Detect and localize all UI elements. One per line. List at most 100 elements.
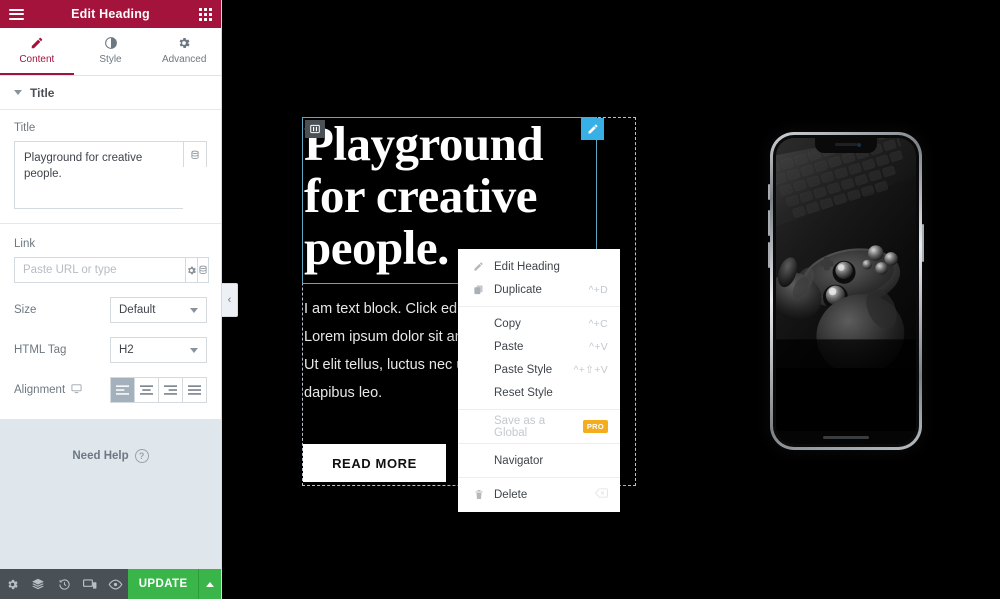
desktop-icon[interactable] xyxy=(71,383,82,397)
read-more-button[interactable]: READ MORE xyxy=(303,444,446,482)
chevron-down-icon xyxy=(190,307,198,313)
panel-footer: UPDATE xyxy=(0,569,222,599)
title-field-label: Title xyxy=(14,122,36,134)
context-menu-label: Copy xyxy=(494,317,521,330)
editor-panel: Edit Heading Content Style Advanced Titl… xyxy=(0,0,222,599)
context-menu-shortcut: ^+C xyxy=(588,317,608,330)
tab-content[interactable]: Content xyxy=(0,28,74,75)
align-right-button[interactable] xyxy=(158,377,182,403)
context-menu-item-paste-style[interactable]: Paste Style ^+⇧+V xyxy=(458,358,620,381)
title-dynamic-tags-button[interactable] xyxy=(183,141,207,167)
title-field-tools xyxy=(183,141,207,209)
tab-advanced-label: Advanced xyxy=(161,54,207,65)
title-input[interactable] xyxy=(14,141,183,209)
panel-title: Edit Heading xyxy=(71,7,150,21)
home-indicator xyxy=(823,436,869,439)
edit-widget-handle[interactable] xyxy=(581,118,604,140)
context-menu-label: Duplicate xyxy=(494,283,542,296)
context-menu-separator xyxy=(458,306,620,307)
pencil-icon xyxy=(30,36,44,50)
context-menu-item-reset-style[interactable]: Reset Style xyxy=(458,381,620,404)
html-tag-field-row: HTML Tag H2 xyxy=(14,337,207,363)
context-menu-shortcut: ^+⇧+V xyxy=(573,363,608,376)
phone-speaker xyxy=(835,143,857,146)
section-title-header[interactable]: Title xyxy=(0,76,221,110)
size-select[interactable]: Default xyxy=(110,297,207,323)
phone-screen xyxy=(776,138,916,444)
phone-volume-down xyxy=(768,242,770,268)
context-menu-label: Paste Style xyxy=(494,363,553,376)
duplicate-icon xyxy=(472,284,485,295)
phone-notch xyxy=(815,138,877,153)
chevron-down-icon xyxy=(190,347,198,353)
alignment-label-wrap: Alignment xyxy=(14,383,110,397)
elementor-editor: Edit Heading Content Style Advanced Titl… xyxy=(0,0,1000,599)
html-tag-label: HTML Tag xyxy=(14,344,67,356)
context-menu-label: Save as a Global xyxy=(494,414,546,439)
align-justify-button[interactable] xyxy=(182,377,207,403)
context-menu-item-navigator[interactable]: Navigator xyxy=(458,449,620,472)
controls-divider-1 xyxy=(0,223,221,224)
context-menu-label: Delete xyxy=(494,488,528,501)
settings-gear-icon[interactable] xyxy=(0,569,26,599)
pencil-icon xyxy=(472,261,485,272)
tab-advanced[interactable]: Advanced xyxy=(147,28,221,75)
context-menu-separator xyxy=(458,409,620,410)
html-tag-select[interactable]: H2 xyxy=(110,337,207,363)
trash-icon xyxy=(472,489,485,500)
responsive-mode-icon[interactable] xyxy=(77,569,103,599)
link-options-button[interactable] xyxy=(185,257,198,283)
context-menu-item-duplicate[interactable]: Duplicate ^+D xyxy=(458,278,620,301)
tab-style-label: Style xyxy=(99,54,122,65)
context-menu-shortcut: ^+V xyxy=(589,340,608,353)
phone-power-button xyxy=(922,224,924,262)
panel-empty-area: Need Help ? xyxy=(0,419,221,569)
history-clock-icon[interactable] xyxy=(51,569,77,599)
context-menu-label: Edit Heading xyxy=(494,260,560,273)
context-menu-label: Paste xyxy=(494,340,524,353)
widget-context-menu: Edit Heading Duplicate ^+D Copy ^+C Past… xyxy=(458,249,620,512)
alignment-field-row: Alignment xyxy=(14,377,207,403)
context-menu-shortcut: ^+D xyxy=(588,283,608,296)
tab-style[interactable]: Style xyxy=(74,28,148,75)
phone-mockup xyxy=(768,132,924,450)
need-help-link[interactable]: Need Help ? xyxy=(0,419,221,463)
html-tag-select-value: H2 xyxy=(119,344,134,356)
context-menu-item-edit-heading[interactable]: Edit Heading xyxy=(458,255,620,278)
context-menu-label: Reset Style xyxy=(494,386,553,399)
context-menu-separator xyxy=(458,443,620,444)
update-button[interactable]: UPDATE xyxy=(128,569,199,599)
caret-down-icon xyxy=(14,90,22,95)
content-controls: Title Link S xyxy=(0,110,221,419)
alignment-button-group xyxy=(110,377,207,403)
title-field-wrap xyxy=(14,141,207,209)
column-handle-icon[interactable] xyxy=(305,120,325,138)
apps-grid-icon[interactable] xyxy=(199,7,212,21)
align-center-button[interactable] xyxy=(134,377,158,403)
context-menu-item-delete[interactable]: Delete xyxy=(458,483,620,506)
phone-volume-up xyxy=(768,210,770,236)
size-field-row: Size Default xyxy=(14,297,207,323)
contrast-circle-icon xyxy=(104,36,118,50)
caret-up-icon xyxy=(206,581,215,587)
context-menu-item-paste[interactable]: Paste ^+V xyxy=(458,335,620,358)
panel-collapse-handle[interactable]: ‹ xyxy=(222,283,238,317)
preview-eye-icon[interactable] xyxy=(102,569,128,599)
context-menu-item-copy[interactable]: Copy ^+C xyxy=(458,312,620,335)
alignment-label: Alignment xyxy=(14,384,66,396)
hamburger-icon[interactable] xyxy=(9,8,24,20)
layers-icon[interactable] xyxy=(26,569,52,599)
question-circle-icon: ? xyxy=(134,449,149,463)
section-title-label: Title xyxy=(30,85,55,100)
phone-bezel xyxy=(773,135,919,447)
size-select-value: Default xyxy=(119,304,156,316)
update-options-caret[interactable] xyxy=(198,569,222,599)
size-label: Size xyxy=(14,304,37,316)
link-field-wrap xyxy=(14,257,209,283)
align-left-button[interactable] xyxy=(110,377,134,403)
link-dynamic-tags-button[interactable] xyxy=(198,257,209,283)
pro-badge: PRO xyxy=(582,420,608,433)
link-input[interactable] xyxy=(14,257,185,283)
tab-content-label: Content xyxy=(19,54,55,65)
gear-icon xyxy=(177,36,191,50)
